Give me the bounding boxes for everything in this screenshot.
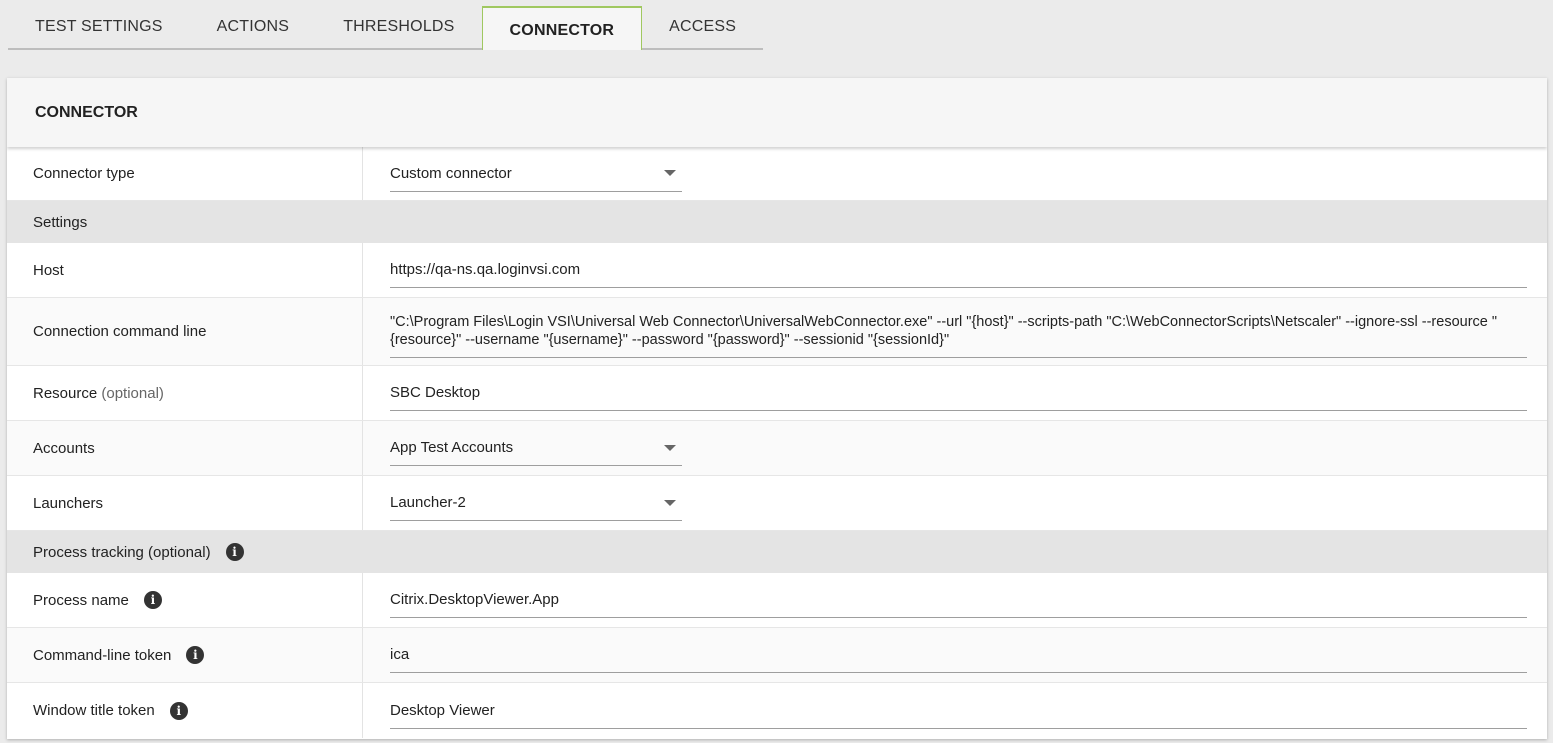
process-name-label-text: Process name <box>33 591 129 609</box>
resource-label-text: Resource <box>33 384 98 402</box>
process-tracking-section-header: Process tracking (optional) i <box>7 531 1547 573</box>
info-icon[interactable]: i <box>225 543 244 561</box>
info-icon[interactable]: i <box>169 701 188 720</box>
command-line-row: Connection command line "C:\Program File… <box>7 298 1547 366</box>
connector-type-select[interactable]: Custom connector <box>390 156 682 192</box>
command-token-label: Command-line token i <box>7 628 363 682</box>
settings-section-header: Settings <box>7 201 1547 243</box>
window-token-row: Window title token i Desktop Viewer <box>7 683 1547 738</box>
info-icon[interactable]: i <box>186 646 205 664</box>
launchers-label: Launchers <box>7 476 363 530</box>
window-token-label: Window title token i <box>7 683 363 738</box>
resource-label: Resource (optional) <box>7 366 363 420</box>
connector-type-label: Connector type <box>7 147 363 200</box>
resource-input[interactable]: SBC Desktop <box>390 375 1527 411</box>
chevron-down-icon <box>664 499 676 506</box>
process-name-row: Process name i Citrix.DesktopViewer.App <box>7 573 1547 628</box>
window-token-input[interactable]: Desktop Viewer <box>390 693 1527 729</box>
command-line-input[interactable]: "C:\Program Files\Login VSI\Universal We… <box>390 306 1527 358</box>
chevron-down-icon <box>664 444 676 451</box>
tab-test-settings[interactable]: TEST SETTINGS <box>8 6 190 50</box>
process-name-input[interactable]: Citrix.DesktopViewer.App <box>390 582 1527 618</box>
tab-access[interactable]: ACCESS <box>642 6 764 50</box>
launchers-row: Launchers Launcher-2 <box>7 476 1547 531</box>
connector-type-value: Custom connector <box>390 164 512 182</box>
tab-bar: TEST SETTINGS ACTIONS THRESHOLDS CONNECT… <box>8 6 764 50</box>
resource-row: Resource (optional) SBC Desktop <box>7 366 1547 421</box>
tab-actions[interactable]: ACTIONS <box>189 6 317 50</box>
window-token-label-text: Window title token <box>33 702 155 719</box>
chevron-down-icon <box>664 170 676 176</box>
launchers-value: Launcher-2 <box>390 494 466 511</box>
process-tracking-label: Process tracking (optional) <box>33 543 211 561</box>
command-token-input[interactable]: ica <box>390 637 1527 673</box>
process-name-label: Process name i <box>7 573 363 627</box>
resource-optional-hint: (optional) <box>101 384 164 402</box>
accounts-value: App Test Accounts <box>390 439 514 456</box>
connector-panel: CONNECTOR Connector type Custom connecto… <box>7 78 1547 739</box>
command-line-label: Connection command line <box>7 298 363 365</box>
host-row: Host https://qa-ns.qa.loginvsi.com <box>7 243 1547 298</box>
command-token-row: Command-line token i ica <box>7 628 1547 683</box>
accounts-label: Accounts <box>7 421 363 475</box>
tab-thresholds[interactable]: THRESHOLDS <box>316 6 482 50</box>
connector-type-row: Connector type Custom connector <box>7 147 1547 201</box>
tab-connector[interactable]: CONNECTOR <box>481 6 643 50</box>
host-input[interactable]: https://qa-ns.qa.loginvsi.com <box>390 252 1527 288</box>
info-icon[interactable]: i <box>143 591 162 609</box>
panel-title: CONNECTOR <box>7 78 1547 147</box>
launchers-select[interactable]: Launcher-2 <box>390 485 682 521</box>
command-token-label-text: Command-line token <box>33 646 172 664</box>
accounts-select[interactable]: App Test Accounts <box>390 430 682 466</box>
host-label: Host <box>7 243 363 297</box>
accounts-row: Accounts App Test Accounts <box>7 421 1547 476</box>
